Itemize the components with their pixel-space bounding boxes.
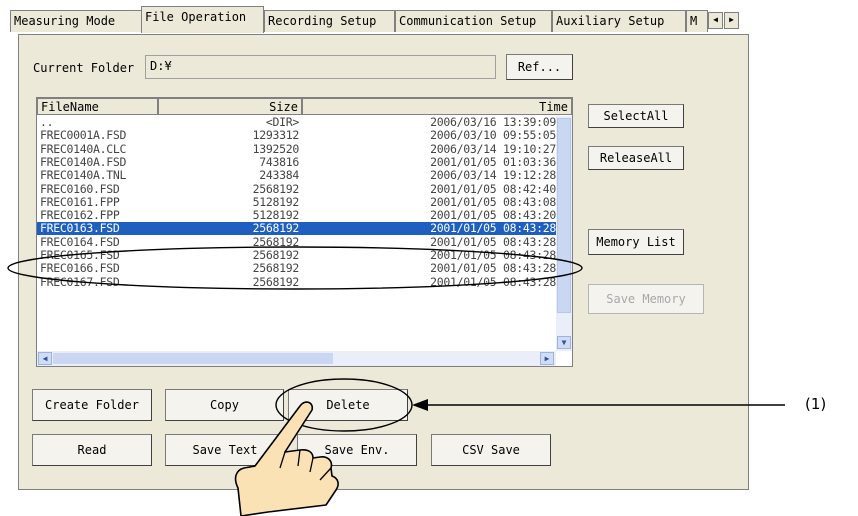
delete-button[interactable]: Delete <box>288 389 408 421</box>
file-size-cell: 243384 <box>259 168 299 183</box>
file-size-cell: 2568192 <box>252 274 300 289</box>
ref-button[interactable]: Ref... <box>506 54 573 80</box>
file-name-cell: FREC0162.FPP <box>40 208 120 223</box>
csv-save-button[interactable]: CSV Save <box>431 434 551 466</box>
file-time-cell: 2001/01/05 08:43:20 <box>430 208 556 223</box>
table-row[interactable]: FREC0166.FSD 2568192 2001/01/05 08:43:28 <box>37 262 556 275</box>
current-folder-label: Current Folder <box>33 61 135 75</box>
file-size-cell: 743816 <box>259 154 299 169</box>
file-size-cell: 2568192 <box>252 181 300 196</box>
table-row[interactable]: FREC0140A.FSD 743816 2001/01/05 01:03:36 <box>37 154 556 169</box>
file-time-cell: 2001/01/05 08:43:28 <box>430 248 556 262</box>
file-size-cell: 5128192 <box>252 194 300 209</box>
copy-button[interactable]: Copy <box>165 389 284 421</box>
file-size-cell: 1392520 <box>252 141 300 156</box>
file-name-cell: FREC0001A.FSD <box>40 128 127 143</box>
list-header: FileName Size Time <box>37 98 572 115</box>
table-row[interactable]: FREC0167.FSD 2568192 2001/01/05 08:43:28 <box>37 274 556 289</box>
file-time-cell: 2001/01/05 08:43:08 <box>430 194 556 209</box>
tab-scroll-right-icon[interactable]: ▶ <box>724 12 739 29</box>
save-env-button[interactable]: Save Env. <box>297 434 417 466</box>
file-name-cell: FREC0161.FPP <box>40 194 120 209</box>
file-name-cell: FREC0140A.FSD <box>40 154 127 169</box>
scroll-right-arrow-icon[interactable]: ▶ <box>540 352 554 365</box>
file-size-cell: 2568192 <box>252 261 300 276</box>
file-time-cell: 2001/01/05 08:43:28 <box>430 274 556 289</box>
horizontal-scrollbar[interactable]: ◀ ▶ <box>37 351 556 366</box>
file-time-cell: 2006/03/10 09:55:05 <box>430 128 556 143</box>
file-time-cell: 2001/01/05 08:43:28 <box>430 234 556 249</box>
file-name-cell: FREC0167.FSD <box>40 274 120 289</box>
read-button[interactable]: Read <box>32 434 152 466</box>
file-name-cell: FREC0140A.CLC <box>40 141 127 156</box>
file-time-cell: 2006/03/14 19:12:28 <box>430 168 556 183</box>
tab-recording-setup[interactable]: Recording Setup <box>264 10 395 32</box>
column-header-size[interactable]: Size <box>158 98 302 115</box>
table-row[interactable]: .. <DIR> 2006/03/16 13:39:09 <box>37 116 556 129</box>
file-time-cell: 2006/03/14 19:10:27 <box>430 141 556 156</box>
file-list[interactable]: FileName Size Time .. <DIR> 2006/03/16 13:… <box>36 97 573 367</box>
table-row[interactable]: FREC0001A.FSD 1293312 2006/03/10 09:55:05 <box>37 129 556 142</box>
tab-scroll-arrows: ◀ ▶ <box>708 12 740 29</box>
table-row[interactable]: FREC0140A.TNL 243384 2006/03/14 19:12:28 <box>37 169 556 182</box>
file-name-cell: FREC0164.FSD <box>40 234 120 249</box>
column-header-time[interactable]: Time <box>302 98 572 115</box>
file-size-cell: 2568192 <box>252 234 300 249</box>
horizontal-scroll-thumb[interactable] <box>53 353 333 364</box>
scroll-down-arrow-icon[interactable]: ▼ <box>557 336 571 349</box>
create-folder-button[interactable]: Create Folder <box>32 389 152 421</box>
file-size-cell: <DIR> <box>265 115 299 129</box>
current-folder-field[interactable]: D:¥ <box>145 55 496 79</box>
tab-measuring-mode[interactable]: Measuring Mode <box>10 10 142 32</box>
file-name-cell: FREC0165.FSD <box>40 248 120 262</box>
file-time-cell: 2001/01/05 08:43:28 <box>430 221 556 236</box>
save-memory-button[interactable]: Save Memory <box>588 284 704 314</box>
file-size-cell: 2568192 <box>252 248 300 262</box>
file-name-cell: FREC0140A.TNL <box>40 168 127 183</box>
select-all-button[interactable]: SelectAll <box>588 104 684 128</box>
table-row[interactable]: FREC0163.FSD 2568192 2001/01/05 08:43:28 <box>37 221 556 236</box>
tab-file-operation[interactable]: File Operation <box>141 6 264 33</box>
tab-scroll-left-icon[interactable]: ◀ <box>708 12 723 29</box>
memory-list-button[interactable]: Memory List <box>588 229 684 255</box>
column-header-filename[interactable]: FileName <box>37 98 158 115</box>
file-name-cell: FREC0163.FSD <box>40 221 120 236</box>
tab-auxiliary-setup[interactable]: Auxiliary Setup <box>552 10 686 32</box>
file-size-cell: 5128192 <box>252 208 300 223</box>
file-size-cell: 2568192 <box>252 221 300 236</box>
table-row[interactable]: FREC0160.FSD 2568192 2001/01/05 08:42:40 <box>37 181 556 196</box>
file-time-cell: 2001/01/05 08:43:28 <box>430 261 556 276</box>
vertical-scrollbar[interactable]: ▼ <box>556 116 572 351</box>
save-text-button[interactable]: Save Text <box>165 434 285 466</box>
scroll-left-arrow-icon[interactable]: ◀ <box>38 352 52 365</box>
table-row[interactable]: FREC0162.FPP 5128192 2001/01/05 08:43:20 <box>37 209 556 222</box>
file-name-cell: FREC0160.FSD <box>40 181 120 196</box>
tab-communication-setup[interactable]: Communication Setup <box>395 10 552 32</box>
file-time-cell: 2006/03/16 13:39:09 <box>430 115 556 129</box>
table-row[interactable]: FREC0140A.CLC 1392520 2006/03/14 19:10:27 <box>37 141 556 156</box>
file-time-cell: 2001/01/05 08:42:40 <box>430 181 556 196</box>
file-name-cell: .. <box>40 115 54 129</box>
table-row[interactable]: FREC0161.FPP 5128192 2001/01/05 08:43:08 <box>37 194 556 209</box>
file-name-cell: FREC0166.FSD <box>40 261 120 276</box>
vertical-scroll-thumb[interactable] <box>557 118 571 313</box>
release-all-button[interactable]: ReleaseAll <box>588 146 684 170</box>
file-time-cell: 2001/01/05 01:03:36 <box>430 154 556 169</box>
file-size-cell: 1293312 <box>252 128 300 143</box>
tab-more[interactable]: M <box>686 10 708 32</box>
table-row[interactable]: FREC0165.FSD 2568192 2001/01/05 08:43:28 <box>37 249 556 262</box>
table-row[interactable]: FREC0164.FSD 2568192 2001/01/05 08:43:28 <box>37 234 556 249</box>
annotation-label: (1) <box>805 395 827 413</box>
